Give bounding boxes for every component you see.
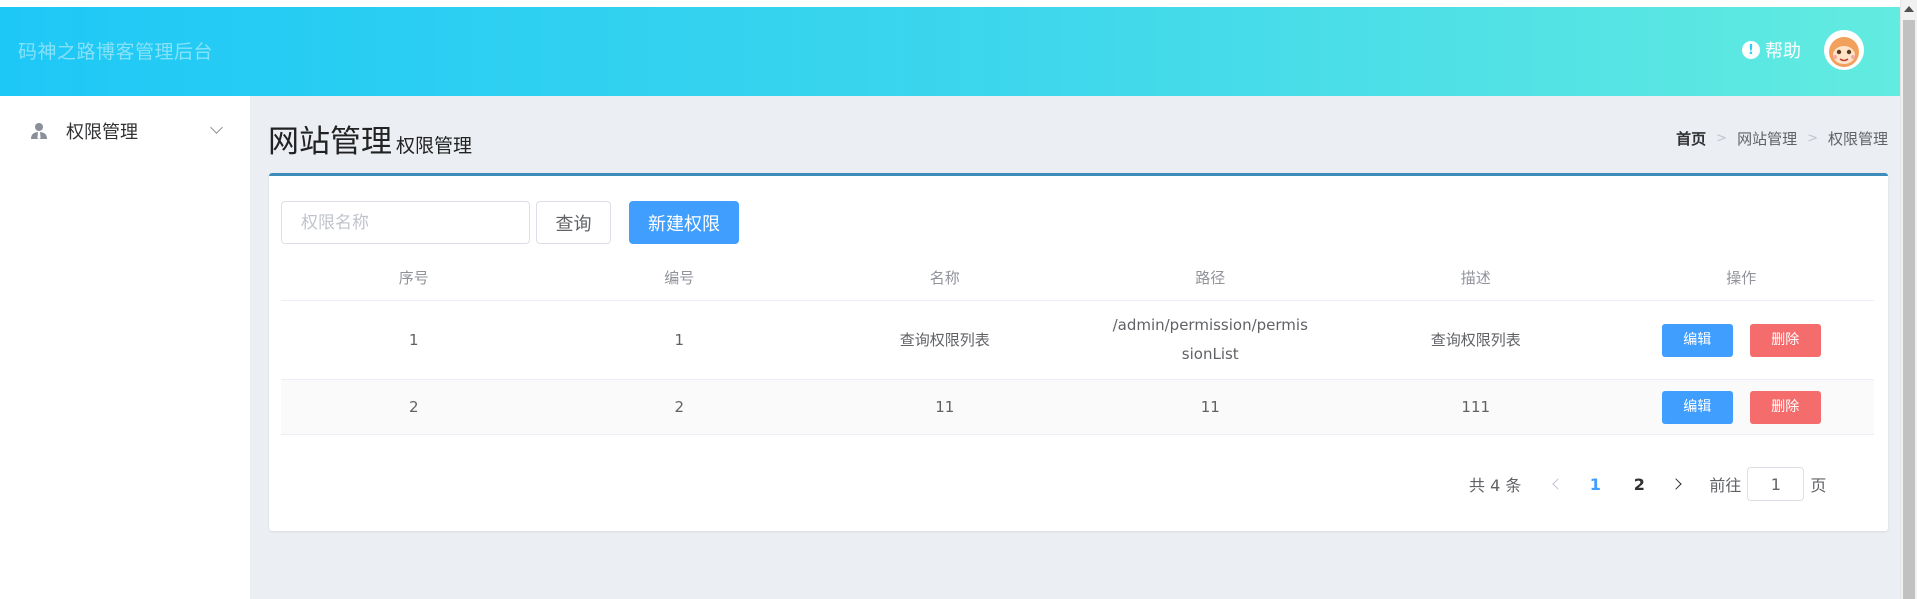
edit-button[interactable]: 编辑 xyxy=(1661,323,1733,357)
scroll-up-arrow-icon[interactable] xyxy=(1904,6,1914,12)
table-row: 1 1 查询权限列表 /admin/permission/permissionL… xyxy=(281,301,1874,380)
edit-button[interactable]: 编辑 xyxy=(1661,390,1733,424)
cell-path: /admin/permission/permissionList xyxy=(1112,316,1308,363)
cell-path: 11 xyxy=(1200,397,1220,416)
breadcrumb: 首页 > 网站管理 > 权限管理 xyxy=(1676,128,1888,149)
user-tie-icon xyxy=(31,123,47,140)
permission-table: 序号 编号 名称 路径 描述 操作 1 1 查询权限列表 /admin/perm… xyxy=(281,256,1874,435)
header: 码神之路博客管理后台 ! 帮助 xyxy=(0,7,1900,96)
page-title-main: 网站管理 xyxy=(268,124,392,160)
chevron-right-icon xyxy=(1670,478,1683,490)
top-strip xyxy=(0,0,1900,7)
pagination: 共 4 条 1 2 前往 页 xyxy=(1469,466,1826,502)
column-header: 操作 xyxy=(1726,268,1757,287)
cell-desc: 查询权限列表 xyxy=(1430,330,1521,349)
cell-index: 2 xyxy=(408,397,419,416)
page-title: 网站管理 权限管理 xyxy=(268,116,472,161)
avatar[interactable] xyxy=(1824,30,1864,70)
avatar-image xyxy=(1824,30,1864,70)
cell-id: 1 xyxy=(674,330,685,349)
breadcrumb-item-site: 网站管理 xyxy=(1737,130,1798,148)
table-row: 2 2 11 11 111 编辑 删除 xyxy=(281,380,1874,435)
page-subtitle: 权限管理 xyxy=(396,135,473,157)
new-permission-button[interactable]: 新建权限 xyxy=(629,201,739,244)
chevron-down-icon xyxy=(210,121,223,134)
prev-page-button[interactable] xyxy=(1543,469,1573,499)
pagination-total: 共 4 条 xyxy=(1469,476,1522,495)
search-input[interactable] xyxy=(281,201,530,244)
sidebar-item-label: 权限管理 xyxy=(66,122,138,143)
main-content: 网站管理权限管理 首页 > 网站管理 > 权限管理 查询 新建权限 序号 编号 … xyxy=(250,96,1900,599)
cell-actions: 编辑 删除 xyxy=(1609,323,1875,357)
column-header: 名称 xyxy=(929,268,960,287)
column-header: 描述 xyxy=(1460,268,1491,287)
app-title: 码神之路博客管理后台 xyxy=(18,41,214,63)
sidebar-item-permission[interactable]: 权限管理 xyxy=(0,111,250,151)
page-number-2[interactable]: 2 xyxy=(1617,475,1661,494)
goto-prefix: 前往 xyxy=(1709,476,1742,495)
breadcrumb-separator-icon: > xyxy=(1807,131,1818,146)
page-number-1[interactable]: 1 xyxy=(1573,475,1617,494)
column-header: 路径 xyxy=(1195,268,1226,287)
page-jump-input[interactable] xyxy=(1747,467,1805,501)
delete-button[interactable]: 删除 xyxy=(1749,390,1821,424)
cell-index: 1 xyxy=(408,330,419,349)
cell-id: 2 xyxy=(674,397,685,416)
scroll-thumb[interactable] xyxy=(1903,20,1915,599)
help-link[interactable]: ! 帮助 xyxy=(1742,37,1801,63)
delete-button[interactable]: 删除 xyxy=(1749,323,1821,357)
cell-name: 11 xyxy=(935,397,955,416)
exclamation-circle-icon: ! xyxy=(1742,41,1760,59)
column-header: 编号 xyxy=(664,268,695,287)
page-jumper: 前往 页 xyxy=(1709,467,1826,501)
vertical-scrollbar[interactable] xyxy=(1900,0,1917,599)
sidebar: 权限管理 xyxy=(0,96,250,599)
cell-name: 查询权限列表 xyxy=(899,330,990,349)
goto-suffix: 页 xyxy=(1810,476,1827,495)
breadcrumb-home[interactable]: 首页 xyxy=(1676,128,1706,149)
column-header: 序号 xyxy=(398,268,429,287)
permission-card: 查询 新建权限 序号 编号 名称 路径 描述 操作 1 1 查询权限列表 /ad… xyxy=(269,173,1888,531)
query-button[interactable]: 查询 xyxy=(536,201,611,244)
chevron-left-icon xyxy=(1552,478,1565,490)
table-header: 序号 编号 名称 路径 描述 操作 xyxy=(281,256,1874,301)
help-label: 帮助 xyxy=(1765,41,1801,62)
cell-desc: 111 xyxy=(1461,397,1491,416)
cell-actions: 编辑 删除 xyxy=(1609,390,1875,424)
breadcrumb-item-permission: 权限管理 xyxy=(1827,130,1888,148)
breadcrumb-separator-icon: > xyxy=(1716,131,1728,146)
next-page-button[interactable] xyxy=(1661,469,1691,499)
